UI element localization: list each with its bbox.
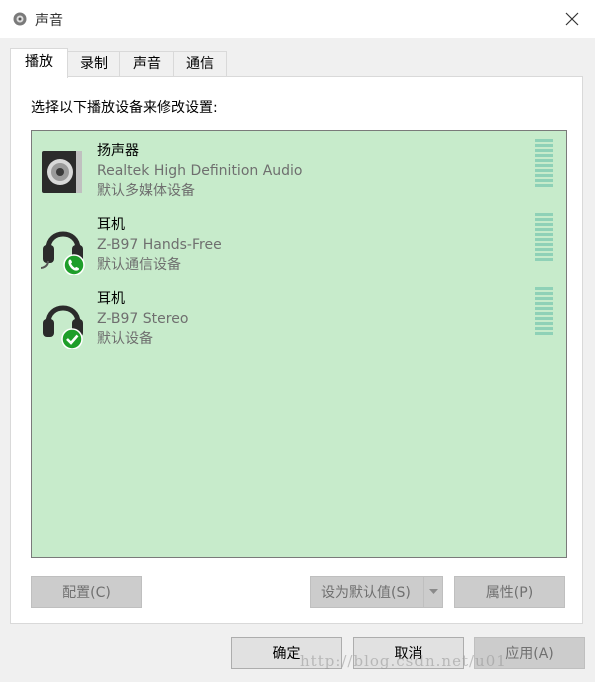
device-status: 默认多媒体设备 (97, 183, 195, 199)
volume-level-meter (535, 213, 553, 263)
device-item-speaker[interactable]: 扬声器 Realtek High Definition Audio 默认多媒体设… (32, 139, 566, 211)
device-driver: Realtek High Definition Audio (97, 163, 303, 179)
set-default-button[interactable]: 设为默认值(S) (310, 576, 443, 608)
device-item-headset-handsfree[interactable]: 耳机 Z-B97 Hands-Free 默认通信设备 (32, 213, 566, 285)
tab-playback[interactable]: 播放 (10, 48, 68, 78)
tab-recording[interactable]: 录制 (67, 51, 121, 77)
device-driver: Z-B97 Stereo (97, 311, 189, 327)
headset-phone-icon (40, 231, 85, 275)
configure-button[interactable]: 配置(C) (31, 576, 142, 608)
device-status: 默认设备 (97, 331, 153, 347)
device-item-headset-stereo[interactable]: 耳机 Z-B97 Stereo 默认设备 (32, 287, 566, 359)
speaker-app-icon (13, 12, 27, 26)
volume-level-meter (535, 287, 553, 337)
instruction-text: 选择以下播放设备来修改设置: (31, 100, 218, 116)
speaker-icon (42, 151, 82, 193)
set-default-label: 设为默认值(S) (321, 585, 411, 601)
properties-button[interactable]: 属性(P) (454, 576, 565, 608)
tab-sounds[interactable]: 声音 (119, 51, 175, 77)
headset-check-icon (43, 305, 83, 349)
device-text: 耳机 Z-B97 Stereo 默认设备 (97, 289, 188, 349)
device-name: 耳机 (97, 217, 125, 233)
volume-level-meter (535, 139, 553, 189)
device-name: 扬声器 (97, 143, 139, 159)
device-text: 耳机 Z-B97 Hands-Free 默认通信设备 (97, 215, 222, 275)
device-list[interactable]: 扬声器 Realtek High Definition Audio 默认多媒体设… (31, 130, 567, 558)
close-icon (565, 12, 579, 26)
chevron-down-icon (428, 589, 438, 594)
window-title: 声音 (35, 13, 63, 29)
close-button[interactable] (549, 0, 595, 38)
device-name: 耳机 (97, 291, 125, 307)
playback-panel: 选择以下播放设备来修改设置: 扬声器 Realtek High Definiti… (10, 76, 583, 624)
tab-communications[interactable]: 通信 (173, 51, 227, 77)
watermark-text: http://blog.csdn.net/u01 (300, 652, 507, 670)
device-text: 扬声器 Realtek High Definition Audio 默认多媒体设… (97, 141, 303, 201)
set-default-dropdown[interactable] (423, 577, 442, 607)
device-status: 默认通信设备 (97, 257, 181, 273)
device-driver: Z-B97 Hands-Free (97, 237, 222, 253)
title-bar: 声音 (0, 0, 595, 38)
